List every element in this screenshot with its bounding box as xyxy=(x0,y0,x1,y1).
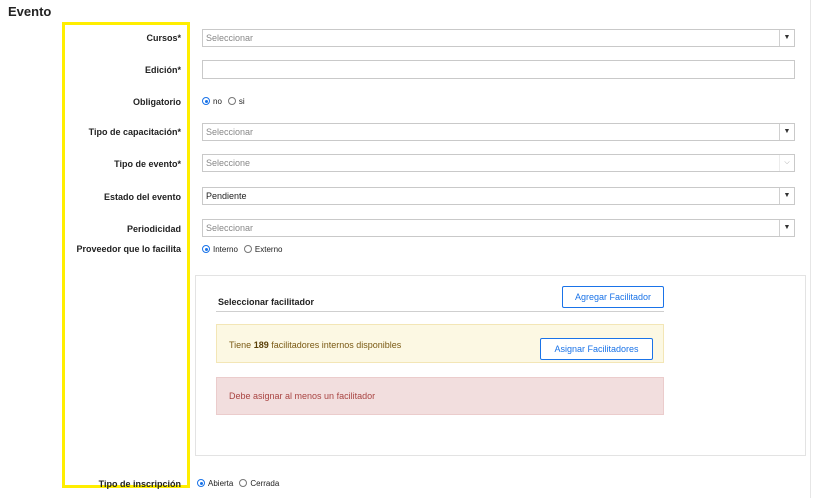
estado-evento-select-value: Pendiente xyxy=(206,191,247,201)
radio-checked-icon[interactable] xyxy=(197,479,205,487)
radio-unchecked-icon[interactable] xyxy=(239,479,248,487)
tipo-inscripcion-radio-group: Abierta Cerrada xyxy=(197,479,285,489)
radio-checked-icon[interactable] xyxy=(202,97,210,105)
tipo-capacitacion-select[interactable]: Seleccionar ▼ xyxy=(202,123,795,141)
obligatorio-option-no[interactable]: no xyxy=(202,97,222,106)
inscripcion-option-abierta[interactable]: Abierta xyxy=(197,479,233,488)
agregar-facilitador-button[interactable]: Agregar Facilitador xyxy=(562,286,664,308)
proveedor-label: Proveedor que lo facilita xyxy=(76,244,181,254)
periodicidad-select-value: Seleccionar xyxy=(206,223,254,233)
proveedor-radio-group: Interno Externo xyxy=(202,245,288,255)
caret-down-icon: ▼ xyxy=(779,124,794,140)
tipo-evento-select-value: Seleccione xyxy=(206,158,251,168)
tipo-evento-label: Tipo de evento* xyxy=(114,159,181,169)
edicion-label: Edición* xyxy=(144,65,181,75)
tipo-evento-select[interactable]: Seleccione ⌵ xyxy=(202,154,795,172)
caret-down-icon: ▼ xyxy=(779,30,794,46)
tipo-inscripcion-label: Tipo de inscripción xyxy=(98,479,181,489)
periodicidad-label: Periodicidad xyxy=(126,224,181,234)
facilitadores-info-text: Tiene 189 facilitadores internos disponi… xyxy=(229,340,402,350)
estado-evento-select[interactable]: Pendiente ▼ xyxy=(202,187,795,205)
proveedor-option-externo[interactable]: Externo xyxy=(243,245,282,254)
labels-highlight-box xyxy=(62,22,190,488)
inscripcion-option-cerrada[interactable]: Cerrada xyxy=(239,479,279,488)
caret-down-icon: ▼ xyxy=(779,220,794,236)
right-border xyxy=(810,0,811,498)
obligatorio-label: Obligatorio xyxy=(133,97,181,107)
page-title: Evento xyxy=(8,4,52,19)
estado-evento-label: Estado del evento xyxy=(103,192,181,202)
cursos-select[interactable]: Seleccionar ▼ xyxy=(202,29,795,47)
periodicidad-select[interactable]: Seleccionar ▼ xyxy=(202,219,795,237)
facilitador-title: Seleccionar facilitador xyxy=(218,297,315,307)
tipo-capacitacion-select-value: Seleccionar xyxy=(206,127,254,137)
facilitadores-count: 189 xyxy=(253,340,269,350)
radio-checked-icon[interactable] xyxy=(202,245,210,253)
obligatorio-option-si[interactable]: si xyxy=(227,97,245,106)
facilitador-error-alert: Debe asignar al menos un facilitador xyxy=(216,377,664,415)
panel-divider xyxy=(216,311,664,312)
edicion-input[interactable] xyxy=(202,60,795,79)
caret-down-icon: ▼ xyxy=(779,188,794,204)
proveedor-option-interno[interactable]: Interno xyxy=(202,245,238,254)
asignar-facilitadores-button[interactable]: Asignar Facilitadores xyxy=(540,338,653,360)
radio-unchecked-icon[interactable] xyxy=(227,97,236,105)
chevron-down-icon: ⌵ xyxy=(779,155,794,171)
radio-unchecked-icon[interactable] xyxy=(243,245,252,253)
facilitador-error-text: Debe asignar al menos un facilitador xyxy=(229,391,376,401)
tipo-capacitacion-label: Tipo de capacitación* xyxy=(88,127,181,137)
cursos-label: Cursos* xyxy=(146,33,181,43)
obligatorio-radio-group: no si xyxy=(202,97,251,107)
cursos-select-value: Seleccionar xyxy=(206,33,254,43)
